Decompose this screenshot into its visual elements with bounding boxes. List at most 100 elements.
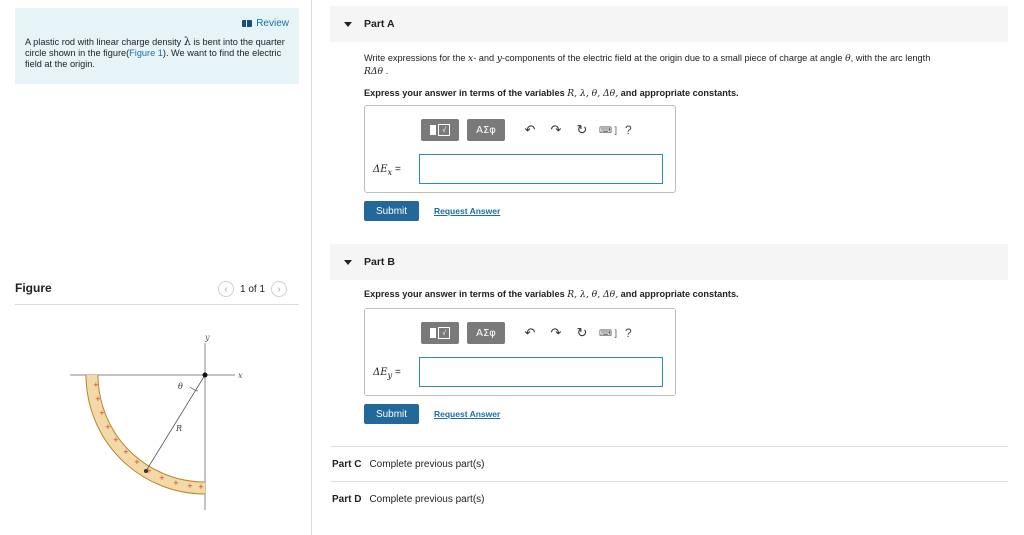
svg-text:+: + <box>159 474 165 482</box>
part-d-name: Part D <box>332 494 362 505</box>
svg-text:+: + <box>134 458 140 466</box>
delta-ex-input[interactable] <box>419 154 663 184</box>
greek-symbols-button[interactable]: ΑΣφ <box>467 322 505 344</box>
divider <box>330 481 1008 482</box>
figure-title: Figure <box>15 281 52 295</box>
greek-symbols-button[interactable]: ΑΣφ <box>467 119 505 141</box>
undo-icon[interactable]: ↶ <box>521 325 539 341</box>
keyboard-icon[interactable]: ⌨ ] <box>599 328 617 339</box>
problem-text-part: A plastic rod with linear charge density <box>25 37 184 47</box>
part-d-status: Complete previous part(s) <box>369 494 485 505</box>
delta-ey-label: ΔEy = <box>373 367 401 380</box>
origin-dot <box>202 372 208 378</box>
figure-link[interactable]: Figure 1 <box>129 48 163 58</box>
express-part: and appropriate constants. <box>618 289 739 299</box>
delta-ex-label: ΔEx = <box>373 164 401 177</box>
svg-text:+: + <box>198 483 204 491</box>
part-b-header[interactable]: Part B <box>330 244 1008 280</box>
divider <box>15 304 299 305</box>
next-figure-button[interactable]: › <box>271 281 288 297</box>
part-b-request-answer-link[interactable]: Request Answer <box>434 409 500 419</box>
template-block-icon <box>430 328 436 338</box>
math-toolbar: √ ΑΣφ ↶ ↷ ↻ ⌨ ] ? <box>421 119 632 141</box>
sqrt-template-icon: √ <box>438 124 450 136</box>
x-axis-label: x <box>238 371 243 380</box>
review-label: Review <box>256 18 289 29</box>
radius-label: R <box>175 424 182 433</box>
part-a-instructions: Write expressions for the x- and y-compo… <box>364 52 1014 78</box>
field-label-main: ΔE <box>373 164 388 175</box>
part-b-body: Express your answer in terms of the vari… <box>364 289 1014 300</box>
redo-icon[interactable]: ↷ <box>547 122 565 138</box>
equals-sign: = <box>392 367 401 378</box>
part-d-row: Part D Complete previous part(s) <box>332 494 485 505</box>
keyboard-icon[interactable]: ⌨ ] <box>599 125 617 136</box>
part-a-express: Express your answer in terms of the vari… <box>364 88 1014 99</box>
svg-text:+: + <box>105 423 111 431</box>
part-b-answer-box: √ ΑΣφ ↶ ↷ ↻ ⌨ ] ? ΔEy = <box>364 308 676 396</box>
charge-element-dot <box>144 469 148 473</box>
part-a-body: Write expressions for the x- and y-compo… <box>364 52 1014 99</box>
express-part: Express your answer in terms of the vari… <box>364 88 568 98</box>
svg-text:+: + <box>187 482 193 490</box>
theta-label: θ <box>178 382 183 391</box>
part-b-title: Part B <box>364 256 395 268</box>
left-panel: Review A plastic rod with linear charge … <box>0 0 312 535</box>
help-icon[interactable]: ? <box>625 326 632 340</box>
part-c-row: Part C Complete previous part(s) <box>332 459 485 470</box>
template-block-icon <box>430 125 436 135</box>
radius-line <box>145 374 206 472</box>
y-axis-label: y <box>204 333 210 342</box>
lambda-symbol: λ <box>183 35 191 48</box>
svg-text:+: + <box>99 409 105 417</box>
instr-part: . <box>383 66 389 76</box>
prev-figure-button[interactable]: ‹ <box>218 281 234 297</box>
problem-text: A plastic rod with linear charge density… <box>25 36 289 70</box>
equals-sign: = <box>392 164 401 175</box>
quarter-circle-figure: y x ++++ ++++ ++ + + θ R <box>70 333 243 510</box>
collapse-triangle-icon <box>344 259 352 265</box>
problem-statement-box: Review A plastic rod with linear charge … <box>15 8 299 84</box>
reset-icon[interactable]: ↻ <box>573 325 591 341</box>
review-link[interactable]: Review <box>242 18 289 29</box>
part-b-submit-button[interactable]: Submit <box>364 404 419 424</box>
part-a-answer-box: √ ΑΣφ ↶ ↷ ↻ ⌨ ] ? ΔEx = <box>364 105 676 193</box>
instr-part: Write expressions for the <box>364 53 468 63</box>
instr-part: , with the arc length <box>850 53 931 63</box>
svg-text:+: + <box>173 479 179 487</box>
right-panel: Part A Write expressions for the x- and … <box>330 0 1010 535</box>
svg-text:+: + <box>93 381 99 389</box>
express-part: Express your answer in terms of the vari… <box>364 289 568 299</box>
svg-text:+: + <box>123 448 129 456</box>
help-icon[interactable]: ? <box>625 123 632 137</box>
figure-pager: ‹ 1 of 1 › <box>218 281 288 297</box>
redo-icon[interactable]: ↷ <box>547 325 565 341</box>
part-b-express: Express your answer in terms of the vari… <box>364 289 1014 300</box>
sqrt-template-icon: √ <box>438 327 450 339</box>
templates-button[interactable]: √ <box>421 322 459 344</box>
field-label-main: ΔE <box>373 367 388 378</box>
part-a-header[interactable]: Part A <box>330 6 1008 42</box>
delta-ey-input[interactable] <box>419 357 663 387</box>
reset-icon[interactable]: ↻ <box>573 122 591 138</box>
collapse-triangle-icon <box>344 21 352 27</box>
variables-list: R, λ, θ, Δθ, <box>567 289 619 300</box>
instr-part: - and <box>473 53 497 63</box>
arc-length: RΔθ <box>364 66 384 77</box>
part-a-title: Part A <box>364 18 395 30</box>
undo-icon[interactable]: ↶ <box>521 122 539 138</box>
express-part: and appropriate constants. <box>618 88 739 98</box>
part-c-status: Complete previous part(s) <box>369 459 485 470</box>
svg-text:+: + <box>95 395 101 403</box>
part-c-name: Part C <box>332 459 362 470</box>
templates-button[interactable]: √ <box>421 119 459 141</box>
svg-text:+: + <box>113 436 119 444</box>
book-icon <box>242 20 253 27</box>
part-a-submit-button[interactable]: Submit <box>364 201 419 221</box>
variables-list: R, λ, θ, Δθ, <box>567 88 619 99</box>
pager-count: 1 of 1 <box>240 283 266 295</box>
part-a-request-answer-link[interactable]: Request Answer <box>434 206 500 216</box>
math-toolbar: √ ΑΣφ ↶ ↷ ↻ ⌨ ] ? <box>421 322 632 344</box>
instr-part: -components of the electric field at the… <box>501 53 846 63</box>
divider <box>330 446 1008 447</box>
